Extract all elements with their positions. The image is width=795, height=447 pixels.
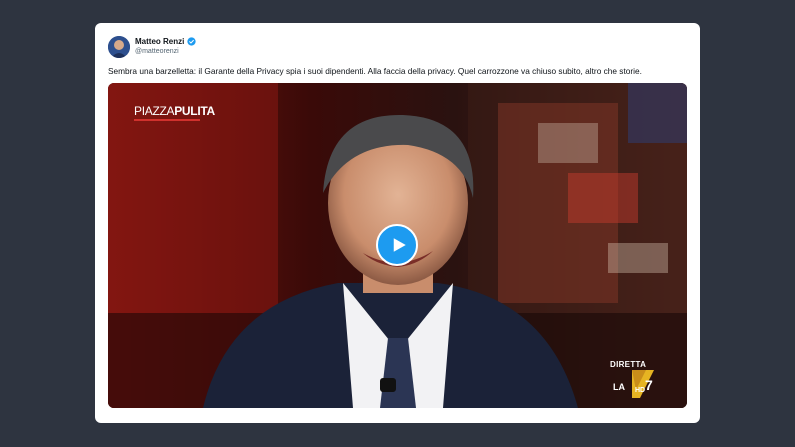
channel-label: LA — [613, 382, 625, 392]
channel-label-text: LA — [613, 382, 625, 392]
channel-number: 7 — [645, 377, 653, 393]
play-button[interactable] — [376, 224, 418, 266]
hd-label: HD — [635, 387, 646, 394]
author-display-name[interactable]: Matteo Renzi — [135, 37, 184, 46]
avatar[interactable] — [108, 36, 130, 58]
tweet-card: Matteo Renzi @matteorenzi Sembra una bar… — [95, 23, 700, 423]
author-name-row: Matteo Renzi — [135, 37, 196, 46]
show-logo-part1: PIAZZA — [134, 104, 175, 118]
avatar-photo-icon — [108, 36, 130, 58]
show-logo-part2: PULITA — [174, 104, 215, 118]
verified-badge-icon — [187, 37, 196, 46]
show-logo: PIAZZAPULITA — [134, 104, 215, 118]
show-logo-underline — [134, 119, 200, 121]
author-handle[interactable]: @matteorenzi — [135, 48, 179, 55]
video-player[interactable]: PIAZZAPULITA DIRETTA 7 LA HD — [108, 83, 687, 408]
tweet-text: Sembra una barzelletta: il Garante della… — [108, 66, 642, 76]
play-icon — [393, 238, 406, 252]
